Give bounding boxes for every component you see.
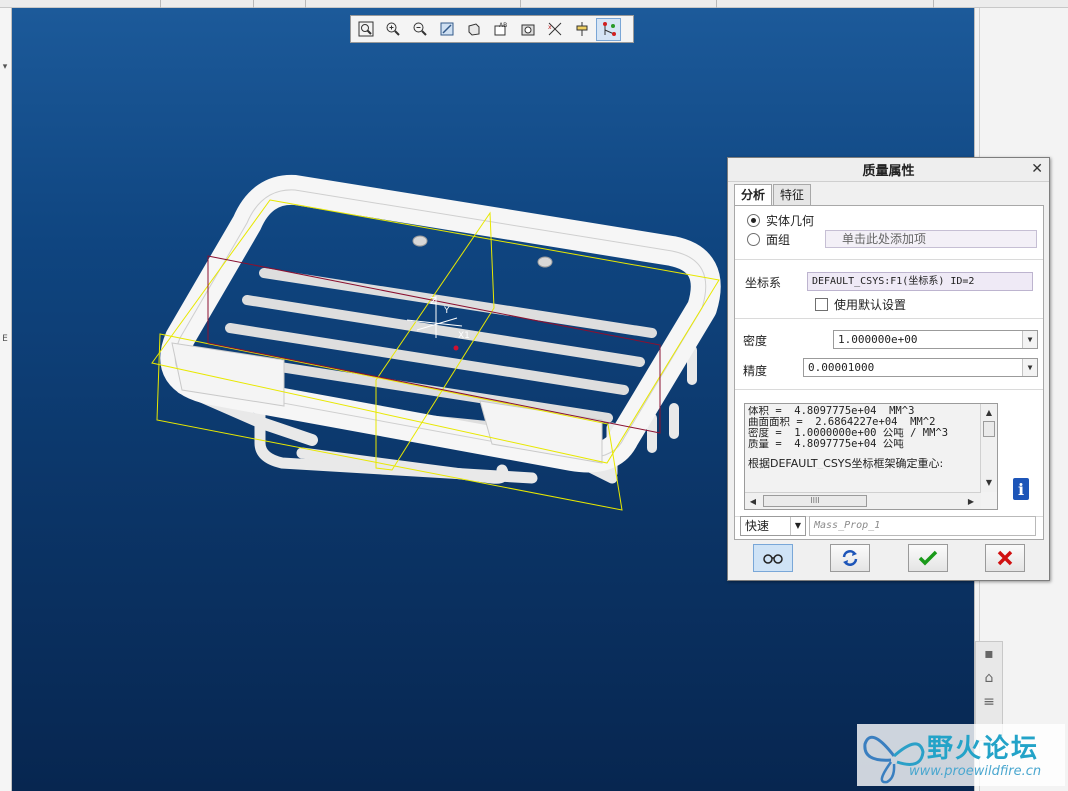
app-window: ▾ E Z Y X1 AB x ▪ ⌂ ≡ 野火论坛 www.proewildf… [0, 0, 1068, 791]
panel-letter: E [2, 334, 8, 344]
analysis-panel: 实体几何 面组 单击此处添加项 坐标系 DEFAULT_CSYS:F1(坐标系)… [734, 205, 1044, 540]
saved-orientations-icon[interactable] [515, 18, 540, 41]
glasses-icon [763, 554, 783, 564]
refresh-icon [842, 550, 858, 566]
csys-collector[interactable]: DEFAULT_CSYS:F1(坐标系) ID=2 [807, 272, 1033, 291]
repeat-button[interactable] [830, 544, 870, 572]
close-x-icon [997, 550, 1013, 566]
precision-combo[interactable]: 0.00001000 ▼ [803, 358, 1038, 377]
tab-analysis[interactable]: 分析 [734, 184, 773, 206]
refit-icon[interactable] [353, 18, 378, 41]
cancel-button[interactable] [985, 544, 1025, 572]
home-icon[interactable]: ⌂ [976, 666, 1002, 690]
view-toolbar: AB x [350, 15, 634, 43]
density-combo[interactable]: 1.000000e+00 ▼ [833, 330, 1038, 349]
chevron-down-icon[interactable]: ▼ [1022, 331, 1037, 348]
svg-text:AB: AB [499, 22, 507, 29]
display-style-icon[interactable] [461, 18, 486, 41]
menu-bar-strip [0, 0, 1068, 8]
result-density: 密度 = 1.0000000e+00 公吨 / MM^3 [748, 428, 949, 439]
density-value: 1.000000e+00 [838, 333, 918, 346]
radio-label: 面组 [766, 233, 791, 247]
scroll-down-icon[interactable]: ▼ [981, 474, 997, 490]
results-text: 体积 = 4.8097775e+04 MM^3 曲面面积 = 2.6864227… [748, 406, 980, 486]
csys-z-label: Z [430, 296, 437, 307]
forum-watermark: 野火论坛 www.proewildfire.cn [857, 724, 1065, 786]
vertical-scrollbar[interactable]: ▲ ▼ [980, 404, 997, 492]
ok-button[interactable] [908, 544, 948, 572]
csys-y-label: Y [443, 306, 450, 316]
watermark-url: www.proewildfire.cn [909, 764, 1042, 779]
preview-button[interactable] [753, 544, 793, 572]
horizontal-scrollbar[interactable]: ◀ IIII ▶ [745, 492, 981, 509]
chevron-down-icon[interactable]: ▼ [790, 517, 805, 535]
watermark-title: 野火论坛 [927, 734, 1040, 764]
dialog-title: 质量属性 [728, 158, 1049, 182]
feature-name-input[interactable]: Mass_Prop_1 [809, 516, 1036, 536]
scroll-thumb[interactable] [983, 421, 995, 437]
result-volume: 体积 = 4.8097775e+04 MM^3 [748, 406, 915, 417]
use-default-checkbox-row[interactable]: 使用默认设置 [815, 296, 906, 313]
radio-button[interactable] [747, 233, 760, 246]
scroll-thumb[interactable]: IIII [763, 495, 867, 507]
spin-center-icon[interactable] [569, 18, 594, 41]
radio-label: 实体几何 [766, 214, 815, 228]
result-cog-header: 根据DEFAULT_CSYS坐标框架确定重心: [748, 458, 944, 469]
center-of-gravity-marker [453, 345, 459, 351]
scroll-left-icon[interactable]: ◀ [745, 493, 761, 509]
info-icon[interactable]: i [1013, 478, 1029, 500]
mode-combo[interactable]: 快速 ▼ [740, 516, 806, 536]
panel-expand-icon[interactable]: ▾ [0, 62, 10, 72]
model-tree-panel-edge[interactable]: ▾ E [0, 8, 12, 791]
results-textbox[interactable]: 体积 = 4.8097775e+04 MM^3 曲面面积 = 2.6864227… [744, 403, 998, 510]
radio-solid-geometry[interactable]: 实体几何 [747, 212, 814, 229]
density-label: 密度 [743, 334, 768, 348]
dialog-buttons [750, 544, 1038, 572]
list-icon[interactable]: ≡ [976, 690, 1002, 714]
close-icon[interactable]: ✕ [1031, 161, 1043, 177]
scroll-up-icon[interactable]: ▲ [981, 404, 997, 420]
result-mass: 质量 = 4.8097775e+04 公吨 [748, 439, 904, 450]
comment-icon[interactable]: ▪ [976, 642, 1002, 666]
datum-display-icon[interactable]: x [542, 18, 567, 41]
zoom-in-icon[interactable] [380, 18, 405, 41]
repaint-icon[interactable] [434, 18, 459, 41]
radio-button[interactable] [747, 214, 760, 227]
mode-value: 快速 [745, 519, 770, 533]
dialog-tabs: 分析 特征 [734, 184, 812, 206]
scroll-right-icon[interactable]: ▶ [963, 493, 979, 509]
mounting-hole-right [537, 256, 553, 268]
result-surface-area: 曲面面积 = 2.6864227e+04 MM^2 [748, 417, 936, 428]
csys-x-label: X1 [458, 331, 470, 341]
radio-quilt[interactable]: 面组 [747, 231, 790, 248]
chevron-down-icon[interactable]: ▼ [1022, 359, 1037, 376]
mass-properties-dialog: 质量属性 ✕ 分析 特征 实体几何 面组 单击此处添加项 坐标系 DEFAULT… [727, 157, 1050, 581]
tab-feature[interactable]: 特征 [773, 184, 812, 205]
zoom-out-icon[interactable] [407, 18, 432, 41]
mounting-hole-left [412, 235, 428, 247]
checkmark-icon [918, 550, 938, 566]
precision-value: 0.00001000 [808, 361, 875, 374]
use-default-label: 使用默认设置 [834, 298, 907, 312]
svg-text:x: x [548, 24, 552, 31]
add-item-collector[interactable]: 单击此处添加项 [825, 230, 1037, 248]
annotation-display-icon[interactable]: AB [488, 18, 513, 41]
csys-label: 坐标系 [745, 276, 782, 290]
use-default-checkbox[interactable] [815, 298, 828, 311]
csys-display-icon[interactable] [596, 17, 621, 41]
precision-label: 精度 [743, 364, 768, 378]
